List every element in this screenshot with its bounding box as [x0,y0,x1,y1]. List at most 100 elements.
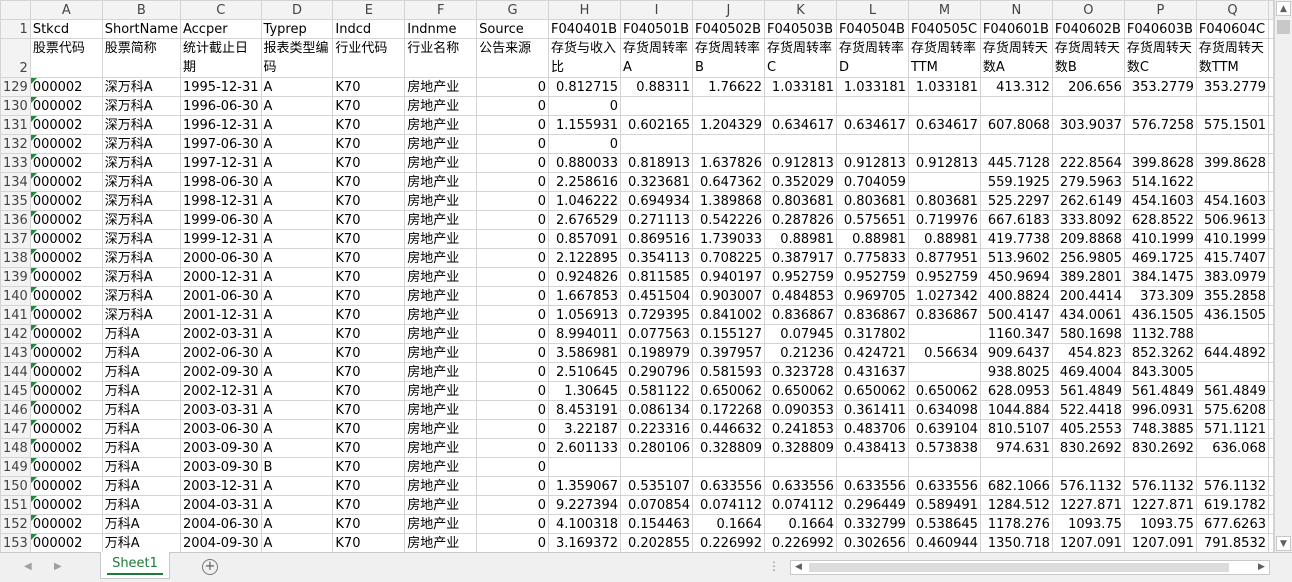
cell-a[interactable]: 000002 [29,96,103,116]
cell-f[interactable]: 房地产业 [404,400,478,420]
cell-i[interactable]: 0.811585 [620,267,693,287]
cell-a[interactable]: 000002 [29,324,103,344]
cell-i[interactable]: 0.354113 [620,248,693,268]
prev-sheet-arrow-icon[interactable]: ◀ [24,561,32,572]
row-header[interactable]: 138 [0,248,31,268]
cell-b[interactable]: 深万科A [101,286,181,306]
cell-k[interactable] [763,96,837,116]
row-header[interactable]: 146 [0,400,31,420]
cell-k[interactable]: 0.287826 [763,210,837,230]
cell-m[interactable]: 0.912813 [907,153,981,173]
cell-i[interactable]: 存货周转率A [620,38,693,78]
cell-o[interactable]: 405.2553 [1051,419,1125,439]
cell-m[interactable]: F040505C [907,19,981,39]
cell-b[interactable]: 万科A [101,324,181,344]
cell-b[interactable]: 万科A [101,457,181,477]
cell-overflow[interactable] [1268,286,1274,306]
cell-d[interactable]: A [260,419,334,439]
cell-a[interactable]: 000002 [29,115,103,135]
cell-n[interactable]: 559.1925 [979,172,1053,192]
cell-overflow[interactable] [1268,267,1274,287]
horizontal-scrollbar[interactable]: ◀ ▶ [790,560,1270,575]
cell-f[interactable]: Indnme [404,19,478,39]
cell-n[interactable]: 1178.276 [979,514,1053,534]
cell-b[interactable]: 深万科A [101,96,181,116]
cell-l[interactable]: 0.803681 [835,191,909,211]
cell-c[interactable]: 2003-06-30 [179,419,262,439]
cell-g[interactable]: 0 [476,153,550,173]
cell-b[interactable]: 股票简称 [101,38,181,78]
cell-a[interactable]: 000002 [29,457,103,477]
cell-n[interactable]: 628.0953 [979,381,1053,401]
cell-n[interactable] [979,134,1053,154]
cell-a[interactable]: 000002 [29,400,103,420]
cell-e[interactable]: K70 [332,362,406,382]
scroll-right-arrow-icon[interactable]: ▶ [1255,561,1268,574]
cell-b[interactable]: 深万科A [101,305,181,325]
cell-p[interactable]: 843.3005 [1123,362,1197,382]
cell-b[interactable]: 深万科A [101,172,181,192]
column-header-overflow[interactable] [1268,0,1274,20]
cell-o[interactable]: 469.4004 [1051,362,1125,382]
cell-h[interactable]: 0 [548,134,621,154]
cell-k[interactable]: 0.634617 [763,115,837,135]
cell-b[interactable]: 万科A [101,400,181,420]
cell-overflow[interactable] [1268,191,1274,211]
cell-a[interactable]: 000002 [29,476,103,496]
cell-p[interactable]: 561.4849 [1123,381,1197,401]
cell-h[interactable]: 3.169372 [548,533,621,552]
cell-b[interactable]: 万科A [101,438,181,458]
cell-overflow[interactable] [1268,362,1274,382]
cell-n[interactable] [979,96,1053,116]
cell-p[interactable]: 576.7258 [1123,115,1197,135]
cell-c[interactable]: 2003-09-30 [179,438,262,458]
cell-m[interactable]: 0.719976 [907,210,981,230]
cell-b[interactable]: ShortName [101,19,181,39]
cell-c[interactable]: 2002-09-30 [179,362,262,382]
cell-h[interactable]: 0.812715 [548,77,621,97]
cell-e[interactable]: K70 [332,115,406,135]
cell-e[interactable]: 行业代码 [332,38,406,78]
cell-p[interactable]: 399.8628 [1123,153,1197,173]
cell-f[interactable]: 房地产业 [404,96,478,116]
cell-o[interactable]: 522.4418 [1051,400,1125,420]
cell-q[interactable]: 410.1999 [1195,229,1270,249]
row-header[interactable]: 143 [0,343,31,363]
cell-m[interactable]: 0.460944 [907,533,981,552]
cell-k[interactable] [763,134,837,154]
cell-n[interactable]: 525.2297 [979,191,1053,211]
cell-overflow[interactable] [1268,324,1274,344]
cell-l[interactable]: 0.912813 [835,153,909,173]
cell-e[interactable]: K70 [332,96,406,116]
cell-j[interactable]: 0.650062 [691,381,765,401]
cell-g[interactable]: 0 [476,381,550,401]
cell-h[interactable]: 1.30645 [548,381,621,401]
cell-b[interactable]: 深万科A [101,248,181,268]
add-sheet-icon[interactable]: + [202,559,218,575]
cell-f[interactable]: 房地产业 [404,533,478,552]
cell-o[interactable] [1051,96,1125,116]
cell-c[interactable]: 1999-06-30 [179,210,262,230]
cell-a[interactable]: 000002 [29,267,103,287]
cell-h[interactable]: 3.22187 [548,419,621,439]
cell-p[interactable]: 748.3885 [1123,419,1197,439]
cell-e[interactable]: K70 [332,400,406,420]
cell-n[interactable]: 810.5107 [979,419,1053,439]
cell-h[interactable]: F040401B [548,19,621,39]
cell-i[interactable]: 0.086134 [620,400,693,420]
cell-q[interactable]: 383.0979 [1195,267,1270,287]
cell-j[interactable]: 0.708225 [691,248,765,268]
cell-q[interactable]: 399.8628 [1195,153,1270,173]
cell-g[interactable]: 0 [476,324,550,344]
cell-b[interactable]: 万科A [101,343,181,363]
cell-f[interactable]: 行业名称 [404,38,478,78]
cell-k[interactable]: 0.650062 [763,381,837,401]
cell-d[interactable]: A [260,514,334,534]
cell-h[interactable]: 8.994011 [548,324,621,344]
row-header[interactable]: 139 [0,267,31,287]
cell-j[interactable]: 0.940197 [691,267,765,287]
next-sheet-arrow-icon[interactable]: ▶ [54,561,62,572]
cell-i[interactable] [620,457,693,477]
cell-h[interactable]: 0.857091 [548,229,621,249]
cell-c[interactable]: 2003-09-30 [179,457,262,477]
